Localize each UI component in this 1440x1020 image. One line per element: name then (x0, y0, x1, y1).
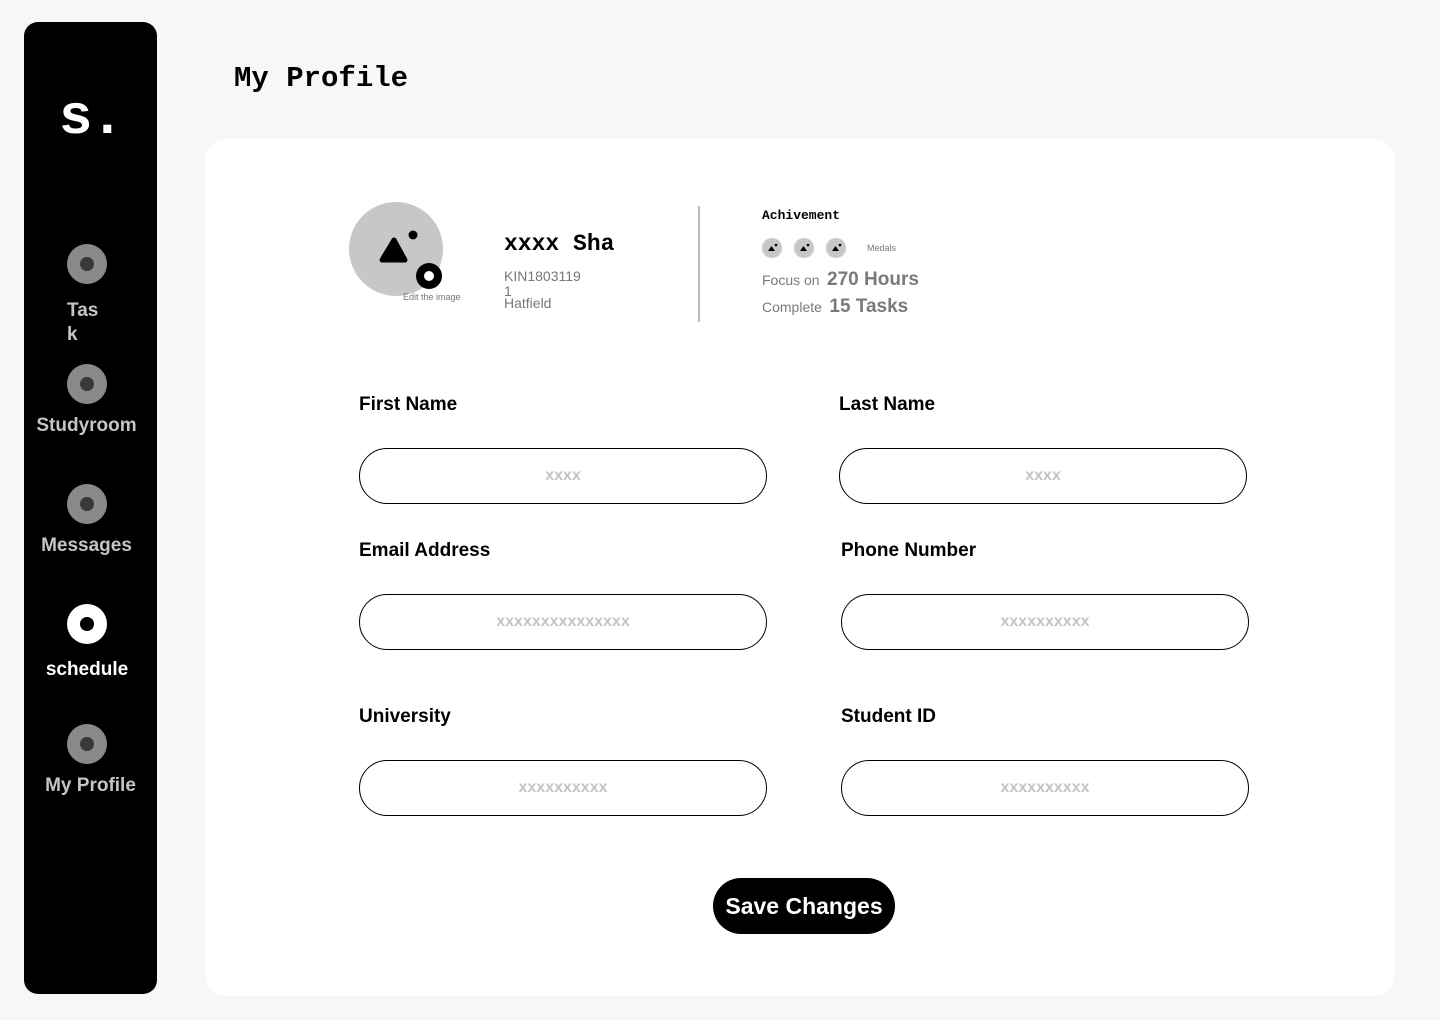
page-title: My Profile (234, 62, 409, 95)
sidebar-item-label: My Profile (45, 775, 136, 796)
student-id-label: Student ID (841, 706, 936, 727)
sidebar-item-messages[interactable]: Messages (24, 482, 157, 562)
task-icon (67, 244, 107, 284)
edit-image-caption: Edit the image (403, 292, 461, 302)
last-name-input[interactable] (839, 448, 1247, 504)
complete-stat: Complete 15 Tasks (762, 296, 908, 318)
complete-value: 15 Tasks (829, 296, 909, 317)
sidebar: s. Task Studyroom Messages schedule My P… (24, 22, 157, 994)
university-label: University (359, 706, 451, 727)
medals-label: Medals (867, 243, 897, 253)
phone-input[interactable] (841, 594, 1249, 650)
user-name: xxxx Sha (504, 231, 615, 257)
sidebar-item-my-profile[interactable]: My Profile (24, 722, 157, 802)
sidebar-item-label: Task (67, 300, 99, 345)
studyroom-icon (67, 364, 107, 404)
last-name-label: Last Name (839, 394, 936, 415)
medal-icon (826, 238, 846, 258)
sidebar-item-studyroom[interactable]: Studyroom (24, 362, 157, 442)
focus-stat: Focus on 270 Hours (762, 269, 919, 291)
sidebar-item-label: schedule (45, 659, 129, 680)
profile-icon (67, 724, 107, 764)
sidebar-item-label: Studyroom (36, 415, 137, 436)
edit-avatar-button[interactable] (416, 263, 442, 289)
complete-label: Complete (762, 299, 822, 315)
focus-label: Focus on (762, 272, 820, 288)
university-input[interactable] (359, 760, 767, 816)
app-logo: s. (58, 86, 124, 150)
first-name-label: First Name (359, 394, 458, 415)
focus-value: 270 Hours (827, 269, 919, 290)
messages-icon (67, 484, 107, 524)
email-label: Email Address (359, 540, 491, 561)
first-name-input[interactable] (359, 448, 767, 504)
schedule-icon (67, 604, 107, 644)
profile-card: Edit the image xxxx Sha KIN18031191 Hatf… (205, 139, 1395, 996)
sidebar-item-task[interactable]: Task (24, 242, 157, 352)
student-id-input[interactable] (841, 760, 1249, 816)
divider (698, 206, 700, 322)
medal-icon (794, 238, 814, 258)
medal-icon (762, 238, 782, 258)
phone-label: Phone Number (841, 540, 977, 561)
achievement-title: Achivement (762, 208, 841, 223)
sidebar-item-label: Messages (41, 535, 132, 556)
sidebar-item-schedule[interactable]: schedule (24, 602, 157, 682)
save-changes-button[interactable]: Save Changes (713, 878, 895, 934)
email-input[interactable] (359, 594, 767, 650)
user-campus: Hatfield (504, 295, 552, 311)
